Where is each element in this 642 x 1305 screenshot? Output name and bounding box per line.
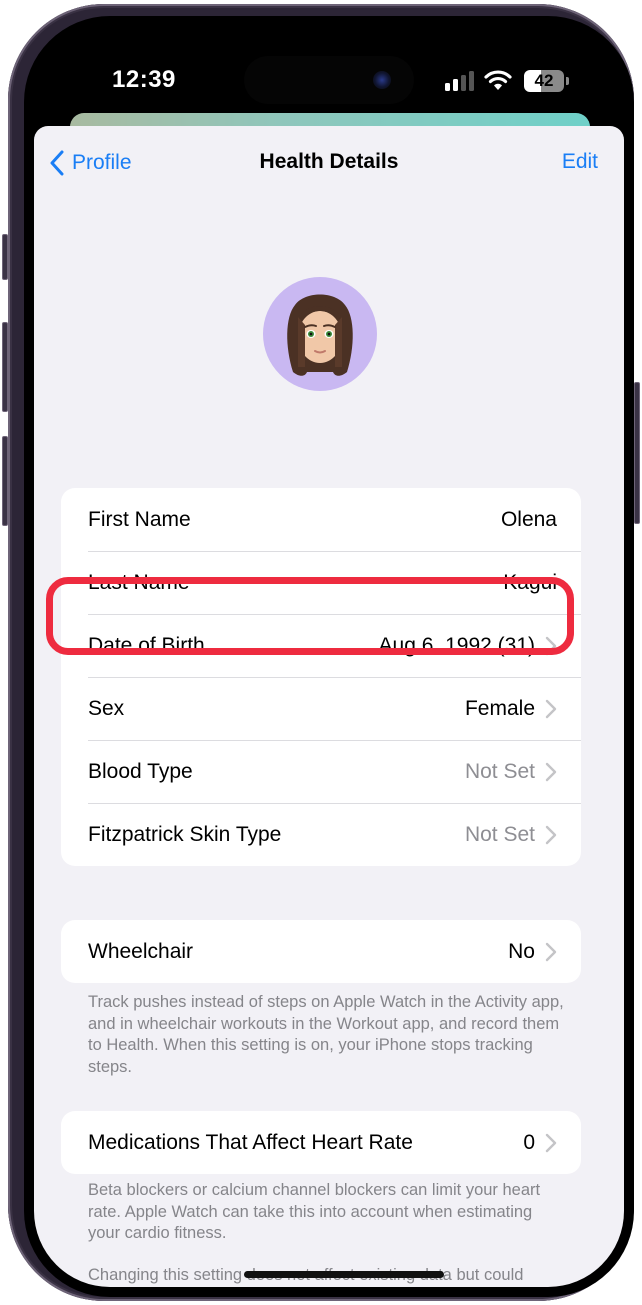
battery-indicator: 42 xyxy=(524,70,564,92)
last-name-row: Last Name Kagui xyxy=(61,551,581,614)
chevron-right-icon xyxy=(545,825,557,844)
status-time: 12:39 xyxy=(112,66,176,93)
sex-value: Female xyxy=(464,696,535,720)
wheelchair-label: Wheelchair xyxy=(88,939,194,963)
wifi-icon xyxy=(484,70,512,90)
wheelchair-group: Wheelchair No xyxy=(61,920,581,983)
wheelchair-footer: Track pushes instead of steps on Apple W… xyxy=(88,993,564,1076)
wheelchair-value: No xyxy=(508,939,535,963)
medications-group: Medications That Affect Heart Rate 0 xyxy=(61,1111,581,1174)
power-button xyxy=(634,382,640,524)
memoji-avatar-icon xyxy=(287,294,353,376)
chevron-right-icon xyxy=(545,699,557,718)
home-indicator[interactable] xyxy=(244,1271,444,1278)
avatar[interactable] xyxy=(263,277,377,391)
bezel: 12:39 42 Profile Health Details Edit Fir… xyxy=(24,16,634,1297)
sex-label: Sex xyxy=(88,696,125,720)
edit-button[interactable]: Edit xyxy=(562,150,598,174)
phone-frame: 12:39 42 Profile Health Details Edit Fir… xyxy=(2,4,640,1301)
screen: 12:39 42 Profile Health Details Edit Fir… xyxy=(34,26,624,1287)
page-title: Health Details xyxy=(259,150,399,173)
chevron-right-icon xyxy=(545,942,557,961)
chevron-right-icon xyxy=(545,1133,557,1152)
date-of-birth-label: Date of Birth xyxy=(88,633,205,657)
first-name-row: First Name Olena xyxy=(61,488,581,551)
medications-label: Medications That Affect Heart Rate xyxy=(88,1130,413,1154)
blood-type-row[interactable]: Blood Type Not Set xyxy=(61,740,581,803)
health-details-sheet: Profile Health Details Edit First Name O… xyxy=(34,126,624,1287)
date-of-birth-row[interactable]: Date of Birth Aug 6, 1992 (31) xyxy=(61,614,581,677)
navigation-bar: Profile Health Details Edit xyxy=(34,148,624,188)
blood-type-value: Not Set xyxy=(464,759,535,783)
first-name-label: First Name xyxy=(88,507,191,531)
cellular-signal-icon xyxy=(445,71,475,91)
sex-row[interactable]: Sex Female xyxy=(61,677,581,740)
skin-type-value: Not Set xyxy=(464,822,535,846)
first-name-value: Olena xyxy=(500,507,557,531)
skin-type-label: Fitzpatrick Skin Type xyxy=(88,822,282,846)
blood-type-label: Blood Type xyxy=(88,759,193,783)
volume-up-button xyxy=(2,322,8,412)
last-name-value: Kagui xyxy=(503,570,557,594)
chevron-right-icon xyxy=(545,636,557,655)
volume-down-button xyxy=(2,436,8,526)
wheelchair-row[interactable]: Wheelchair No xyxy=(61,920,581,983)
medications-value: 0 xyxy=(523,1130,535,1154)
action-button xyxy=(2,234,8,280)
date-of-birth-value: Aug 6, 1992 (31) xyxy=(378,633,535,657)
personal-details-group: First Name Olena Last Name Kagui Date of… xyxy=(61,488,581,866)
chevron-right-icon xyxy=(545,762,557,781)
skin-type-row[interactable]: Fitzpatrick Skin Type Not Set xyxy=(61,803,581,866)
last-name-label: Last Name xyxy=(88,570,190,594)
medications-row[interactable]: Medications That Affect Heart Rate 0 xyxy=(61,1111,581,1174)
camera-icon xyxy=(373,71,391,89)
battery-cap xyxy=(566,77,569,85)
medications-footer: Beta blockers or calcium channel blocker… xyxy=(88,1181,541,1242)
